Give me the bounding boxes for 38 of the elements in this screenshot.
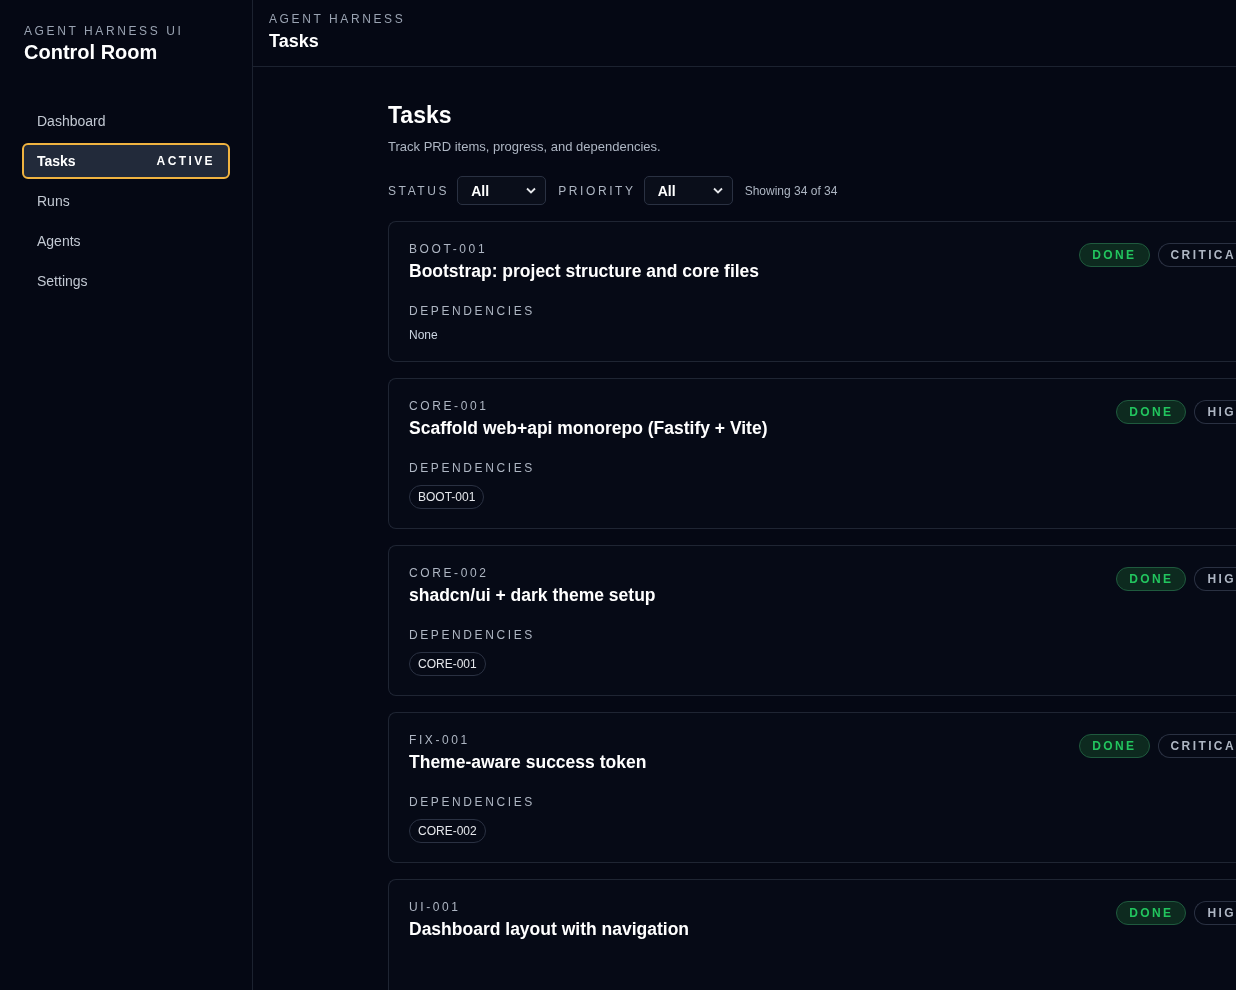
- task-id: UI-001: [409, 900, 462, 914]
- filter-label: PRIORITY: [558, 183, 636, 198]
- status-badge: DONE: [1079, 734, 1150, 758]
- chevron-down-icon: [526, 187, 537, 194]
- task-title: Bootstrap: project structure and core files: [409, 261, 760, 282]
- nav-item[interactable]: Dashboard: [22, 103, 230, 139]
- header-title: Tasks: [269, 31, 320, 52]
- filter-label: STATUS: [388, 183, 450, 198]
- filter-dropdown[interactable]: All: [643, 176, 733, 205]
- task-id: FIX-001: [409, 733, 471, 747]
- result-count: Showing 34 of 34: [744, 183, 838, 198]
- task-title: Theme-aware success token: [409, 752, 647, 773]
- task-title: Dashboard layout with navigation: [409, 919, 690, 940]
- chevron-down-icon: [712, 187, 723, 194]
- no-dependencies-text: None: [409, 328, 438, 342]
- nav-item[interactable]: Tasks ACTIVE: [22, 143, 230, 179]
- task-id: CORE-002: [409, 566, 490, 580]
- dependencies-label: DEPENDENCIES: [409, 628, 536, 642]
- task-title: shadcn/ui + dark theme setup: [409, 585, 656, 606]
- dependencies-label: DEPENDENCIES: [409, 795, 536, 809]
- task-id: CORE-001: [409, 399, 490, 413]
- status-badge: DONE: [1116, 567, 1187, 591]
- status-badge: DONE: [1079, 243, 1150, 267]
- dependencies-label: DEPENDENCIES: [409, 461, 536, 475]
- app-title: Control Room: [24, 41, 159, 64]
- filter-dropdown[interactable]: All: [457, 176, 547, 205]
- page-title: Tasks: [388, 102, 453, 129]
- task-id: BOOT-001: [409, 242, 489, 256]
- status-badge: DONE: [1116, 901, 1187, 925]
- task-title: Scaffold web+api monorepo (Fastify + Vite): [409, 418, 768, 439]
- nav-item[interactable]: Settings: [22, 263, 230, 299]
- page-subtitle: Track PRD items, progress, and dependencies.: [388, 139, 662, 154]
- nav-item[interactable]: Agents: [22, 223, 230, 259]
- app-eyebrow: AGENT HARNESS UI: [24, 24, 185, 38]
- header-eyebrow: AGENT HARNESS: [269, 12, 407, 26]
- status-badge: DONE: [1116, 400, 1187, 424]
- dependencies-label: DEPENDENCIES: [409, 304, 536, 318]
- nav-item[interactable]: Runs: [22, 183, 230, 219]
